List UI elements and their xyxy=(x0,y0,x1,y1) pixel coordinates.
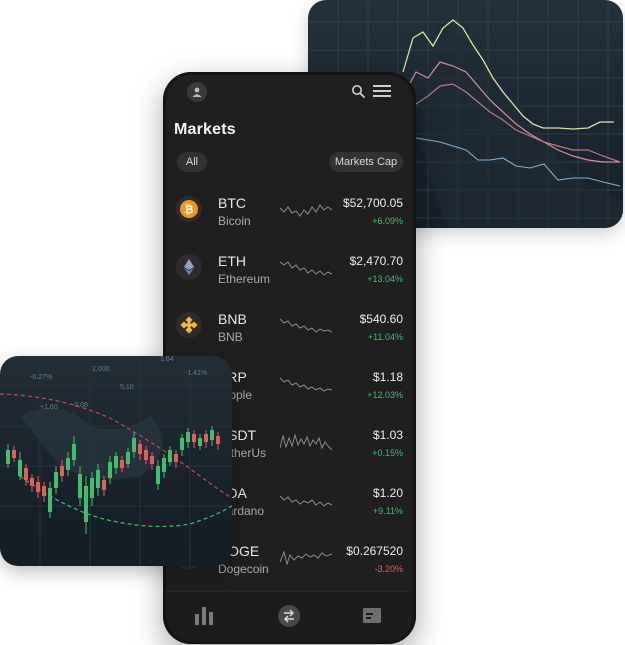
coin-name: Ethereum xyxy=(218,272,271,286)
coin-row-bnb[interactable]: BNB BNB $540.60 +11.04% xyxy=(163,298,416,354)
coin-price: $1.20 xyxy=(372,486,403,500)
coin-symbol: ETH xyxy=(218,253,246,269)
coin-icon-wrap xyxy=(176,254,202,280)
page-title: Markets xyxy=(174,121,236,138)
coin-change: -3.20% xyxy=(374,564,403,574)
overlay-label: 2,000 xyxy=(92,366,110,373)
coin-change: +13.04% xyxy=(367,274,403,284)
coin-change: +9.11% xyxy=(372,506,403,516)
coin-row-btc[interactable]: ₿ BTC Bicoin $52,700.05 +6.09% xyxy=(163,182,416,238)
wallet-icon[interactable] xyxy=(361,604,383,626)
bitcoin-icon: ₿ xyxy=(180,200,198,218)
search-icon[interactable] xyxy=(351,84,366,99)
coin-row-eth[interactable]: ETH Ethereum $2,470.70 +13.04% xyxy=(163,240,416,296)
swap-icon[interactable] xyxy=(277,604,301,628)
candlestick-chart xyxy=(0,356,232,566)
sparkline xyxy=(280,495,332,507)
coin-change: +11.04% xyxy=(367,332,403,342)
coin-change: +12.03% xyxy=(367,390,403,400)
overlay-label: +1.60 xyxy=(40,404,58,411)
svg-text:₿: ₿ xyxy=(185,203,194,216)
coin-name: Bicoin xyxy=(218,214,251,228)
sort-market-cap-button[interactable]: Markets Cap xyxy=(329,152,403,172)
sparkline xyxy=(280,204,332,217)
coin-price: $540.60 xyxy=(359,312,403,326)
sparkline xyxy=(280,377,332,392)
coin-price: $1.03 xyxy=(372,428,403,442)
sparkline xyxy=(280,433,332,451)
overlay-label: -0.27% xyxy=(30,374,53,381)
ethereum-icon xyxy=(184,259,194,275)
bottom-tab-bar xyxy=(163,591,416,644)
user-avatar[interactable] xyxy=(187,82,207,102)
coin-symbol: BNB xyxy=(218,311,247,327)
coin-icon-wrap: ₿ xyxy=(176,196,202,222)
coin-change: +6.09% xyxy=(372,216,403,226)
coin-price: $2,470.70 xyxy=(349,254,403,268)
bar-chart-icon[interactable] xyxy=(193,604,215,626)
overlay-label: 1.64 xyxy=(160,356,174,363)
app-top-bar xyxy=(163,72,416,114)
filter-all-button[interactable]: All xyxy=(177,152,207,172)
coin-price: $0.267520 xyxy=(346,544,403,558)
sparkline xyxy=(280,318,332,333)
sparkline xyxy=(280,550,332,566)
menu-icon[interactable] xyxy=(373,84,391,98)
coin-icon-wrap xyxy=(176,312,202,338)
coin-name: BNB xyxy=(218,330,243,344)
candlestick-chart-card: -0.27% 2,000 -1.41% +1.60 -0.08 1.64 5,1… xyxy=(0,356,232,566)
overlay-label: 5,10 xyxy=(120,384,134,391)
coin-price: $1.18 xyxy=(372,370,403,384)
sparkline xyxy=(280,261,332,276)
overlay-label: -0.08 xyxy=(72,402,88,409)
coin-symbol: BTC xyxy=(218,195,246,211)
bnb-icon xyxy=(180,316,198,334)
coin-change: +0.15% xyxy=(372,448,403,458)
overlay-label: -1.41% xyxy=(185,370,208,377)
coin-price: $52,700.05 xyxy=(342,196,403,210)
user-icon xyxy=(192,87,202,97)
